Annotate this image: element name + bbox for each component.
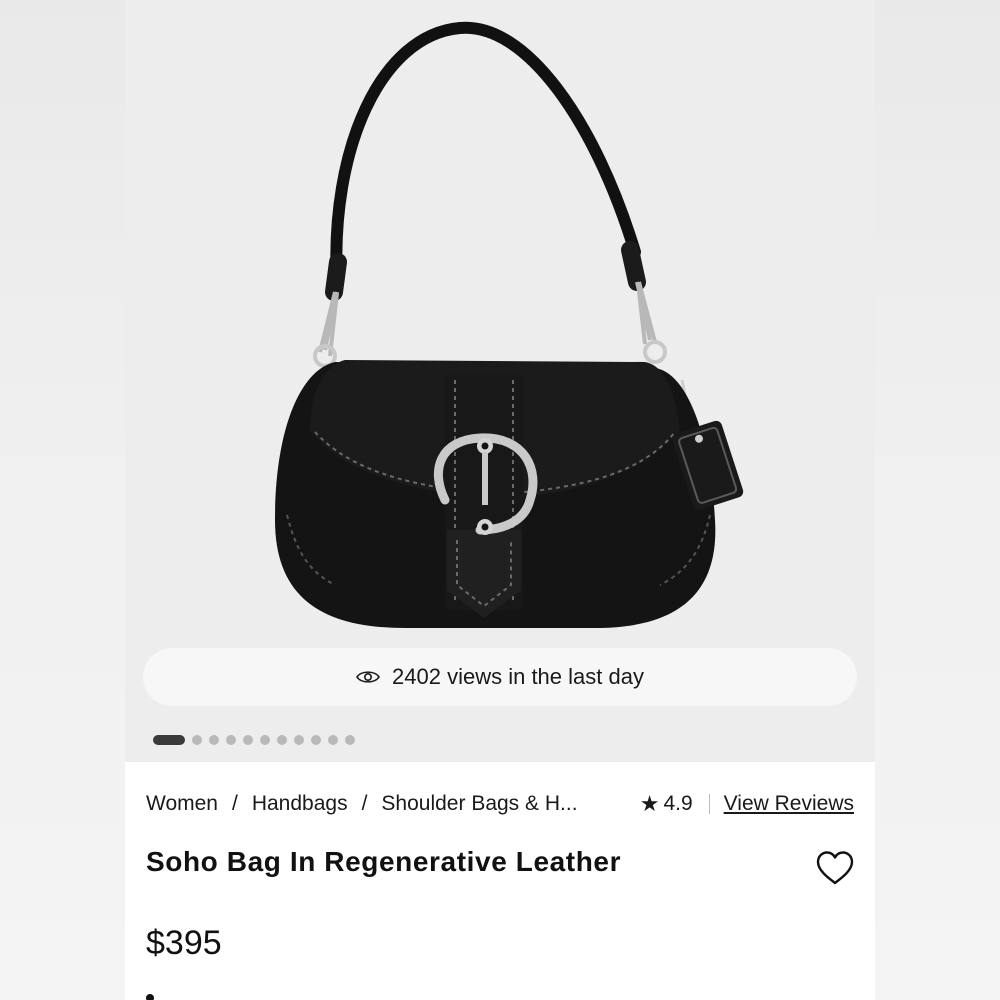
product-price: $395 <box>146 924 222 962</box>
left-background <box>0 0 125 1000</box>
carousel-dot-4[interactable] <box>226 735 236 745</box>
carousel-dot-9[interactable] <box>311 735 321 745</box>
carousel-indicators[interactable] <box>153 735 355 745</box>
carousel-dot-1[interactable] <box>153 735 185 745</box>
views-banner: 2402 views in the last day <box>143 648 857 706</box>
product-image <box>275 21 744 628</box>
breadcrumb-separator: / <box>361 792 368 815</box>
carousel-dot-7[interactable] <box>277 735 287 745</box>
image-gallery[interactable]: 2402 views in the last day <box>125 0 875 762</box>
breadcrumb-separator: / <box>231 792 238 815</box>
carousel-dot-6[interactable] <box>260 735 270 745</box>
carousel-dot-8[interactable] <box>294 735 304 745</box>
rating-value: 4.9 <box>663 792 693 815</box>
breadcrumb: Women / Handbags / Shoulder Bags & H... <box>146 792 578 816</box>
carousel-dot-5[interactable] <box>243 735 253 745</box>
carousel-dot-3[interactable] <box>209 735 219 745</box>
carousel-dot-2[interactable] <box>192 735 202 745</box>
product-page: 2402 views in the last day Women / Handb… <box>125 0 875 1000</box>
rating-summary: ★ 4.9 View Reviews <box>640 792 854 816</box>
breadcrumb-handbags[interactable]: Handbags <box>252 792 348 816</box>
product-title: Soho Bag In Regenerative Leather <box>146 846 622 877</box>
right-background <box>875 0 1000 1000</box>
rating-divider <box>708 794 710 814</box>
carousel-dot-10[interactable] <box>328 735 338 745</box>
breadcrumb-women[interactable]: Women <box>146 792 218 816</box>
breadcrumb-shoulder-bags[interactable]: Shoulder Bags & H... <box>381 792 577 816</box>
views-text: 2402 views in the last day <box>392 664 644 689</box>
star-icon: ★ <box>639 791 660 816</box>
cutoff-text-fragment <box>146 990 176 1000</box>
carousel-dot-11[interactable] <box>345 735 355 745</box>
eye-icon <box>356 671 380 683</box>
heart-icon[interactable] <box>815 850 855 886</box>
product-info: Women / Handbags / Shoulder Bags & H... … <box>125 762 875 1000</box>
view-reviews-link[interactable]: View Reviews <box>724 792 854 816</box>
